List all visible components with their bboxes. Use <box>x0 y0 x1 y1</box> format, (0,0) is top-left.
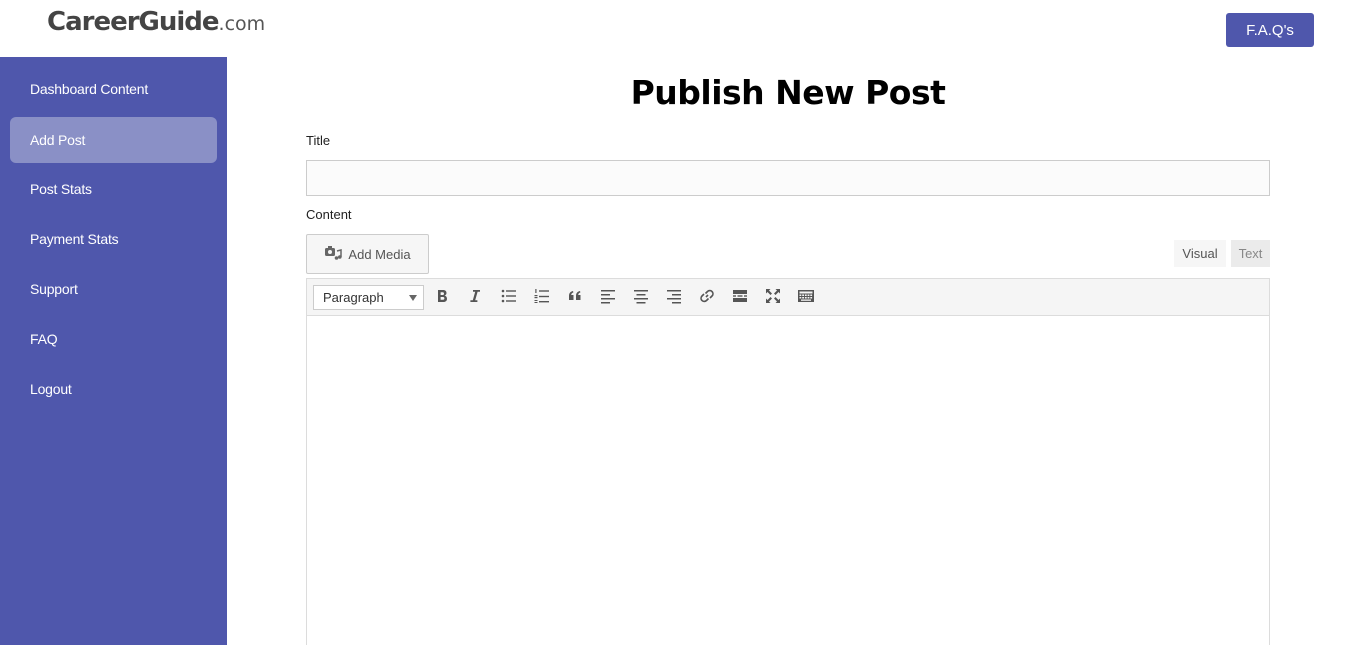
tab-text[interactable]: Text <box>1231 240 1270 267</box>
add-media-label: Add Media <box>348 246 411 262</box>
align-center-icon <box>632 287 650 310</box>
editor-toolbar: Paragraph <box>307 279 1269 316</box>
fullscreen-button[interactable] <box>759 285 787 311</box>
sidebar-item-dashboard-content[interactable]: Dashboard Content <box>10 66 217 112</box>
italic-button[interactable] <box>461 285 489 311</box>
sidebar-item-post-stats[interactable]: Post Stats <box>10 166 217 212</box>
sidebar-item-support[interactable]: Support <box>10 266 217 312</box>
read-more-button[interactable] <box>726 285 754 311</box>
content-editor: Paragraph <box>306 278 1270 645</box>
blockquote-icon <box>566 287 584 310</box>
faq-button[interactable]: F.A.Q's <box>1226 13 1314 47</box>
sidebar-item-logout[interactable]: Logout <box>10 366 217 412</box>
header: CareerGuide.com F.A.Q's <box>0 0 1349 57</box>
blockquote-button[interactable] <box>561 285 589 311</box>
fullscreen-icon <box>764 287 782 310</box>
align-right-button[interactable] <box>660 285 688 311</box>
media-icon <box>324 244 343 265</box>
link-button[interactable] <box>693 285 721 311</box>
page-title: Publish New Post <box>630 73 946 112</box>
sidebar: Dashboard Content Add Post Post Stats Pa… <box>0 57 227 645</box>
logo[interactable]: CareerGuide.com <box>47 9 265 35</box>
content-label: Content <box>306 207 352 222</box>
align-center-button[interactable] <box>627 285 655 311</box>
editor-body[interactable] <box>307 316 1269 645</box>
italic-icon <box>466 287 484 310</box>
bold-icon <box>433 287 451 310</box>
tab-visual[interactable]: Visual <box>1174 240 1226 267</box>
align-left-button[interactable] <box>594 285 622 311</box>
logo-tld: .com <box>218 13 266 35</box>
align-left-icon <box>599 287 617 310</box>
bullet-list-button[interactable] <box>495 285 523 311</box>
format-select-value: Paragraph <box>323 290 384 305</box>
toolbar-toggle-button[interactable] <box>792 285 820 311</box>
align-right-icon <box>665 287 683 310</box>
bold-button[interactable] <box>428 285 456 311</box>
format-select[interactable]: Paragraph <box>313 285 424 310</box>
read-more-icon <box>731 287 749 310</box>
toolbar-toggle-icon <box>797 287 815 310</box>
chevron-down-icon <box>409 295 417 301</box>
sidebar-item-payment-stats[interactable]: Payment Stats <box>10 216 217 262</box>
title-label: Title <box>306 133 331 148</box>
title-input[interactable] <box>306 160 1270 196</box>
numbered-list-button[interactable] <box>528 285 556 311</box>
logo-main: CareerGuide <box>47 7 220 37</box>
bullet-list-icon <box>500 287 518 310</box>
add-media-button[interactable]: Add Media <box>306 234 429 274</box>
link-icon <box>698 287 716 310</box>
sidebar-item-faq[interactable]: FAQ <box>10 316 217 362</box>
numbered-list-icon <box>533 287 551 310</box>
sidebar-item-add-post[interactable]: Add Post <box>10 117 217 163</box>
